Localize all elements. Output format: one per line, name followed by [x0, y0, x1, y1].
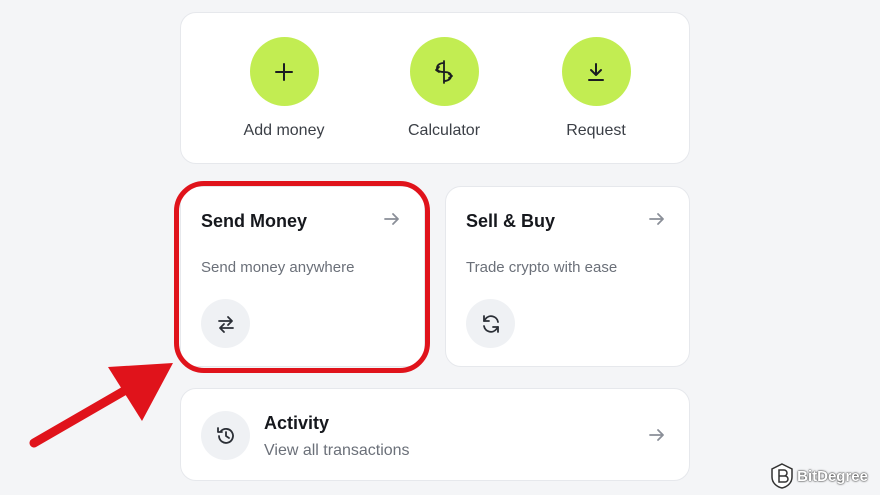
arrow-right-icon — [382, 209, 402, 234]
request-button[interactable]: Request — [526, 37, 666, 140]
sell-buy-title: Sell & Buy — [466, 211, 556, 231]
send-money-card[interactable]: Send Money Send money anywhere — [180, 186, 425, 367]
history-icon — [201, 411, 250, 460]
pointer-arrow-icon — [29, 363, 173, 448]
send-money-title: Send Money — [201, 211, 308, 231]
transfer-arrows-icon — [201, 299, 250, 348]
activity-title: Activity — [264, 413, 330, 433]
activity-subtitle: View all transactions — [264, 442, 410, 459]
add-money-label: Add money — [243, 122, 325, 139]
activity-card[interactable]: Activity View all transactions — [180, 388, 690, 481]
request-label: Request — [566, 122, 626, 139]
calculator-label: Calculator — [407, 122, 481, 139]
calculator-icon — [409, 37, 479, 106]
arrow-right-icon — [647, 209, 667, 234]
brand-watermark: BitDegree — [771, 463, 868, 489]
refresh-icon — [466, 299, 515, 348]
send-money-subtitle: Send money anywhere — [201, 259, 355, 276]
sell-buy-card[interactable]: Sell & Buy Trade crypto with ease — [445, 186, 690, 367]
brand-name: BitDegree — [797, 467, 868, 485]
arrow-right-icon — [647, 425, 667, 450]
bitdegree-logo-icon — [771, 463, 793, 489]
quick-actions-card: Add money Calculator Request — [180, 12, 690, 164]
add-money-button[interactable]: Add money — [214, 37, 354, 140]
calculator-button[interactable]: Calculator — [374, 37, 514, 140]
download-icon — [561, 37, 631, 106]
sell-buy-subtitle: Trade crypto with ease — [466, 259, 618, 276]
plus-icon — [249, 37, 319, 106]
